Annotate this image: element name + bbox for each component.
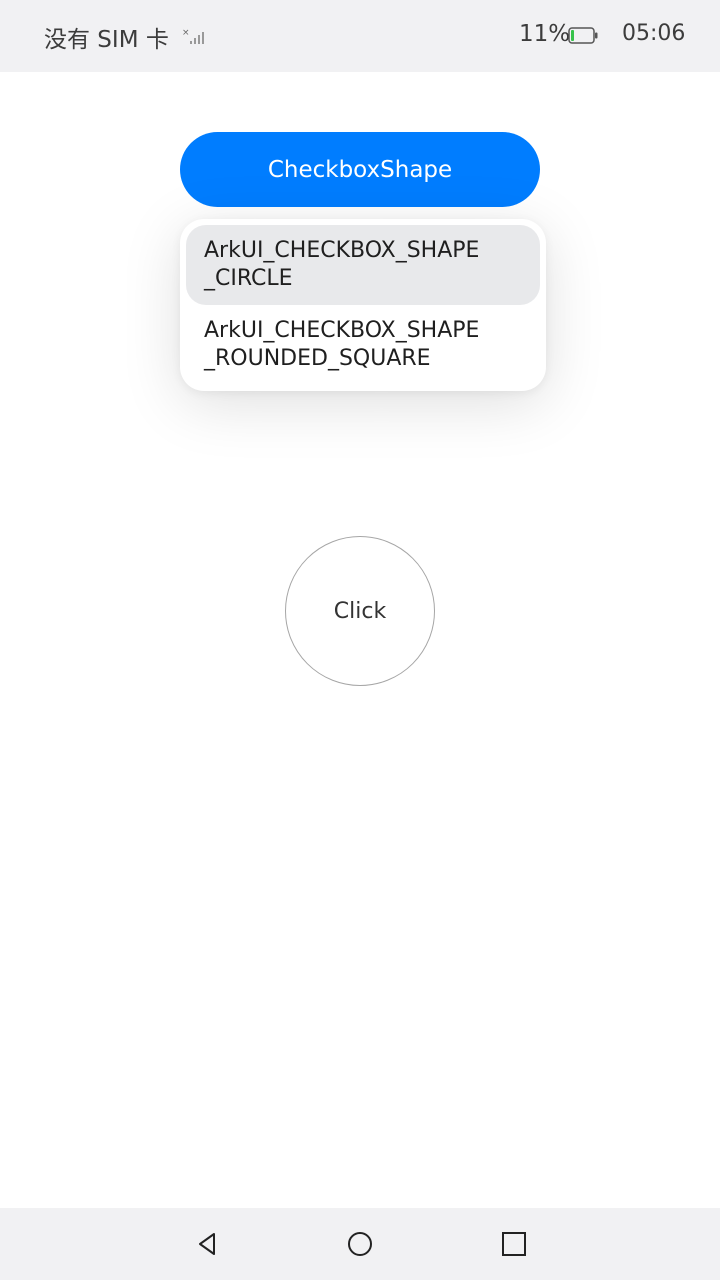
back-icon[interactable] bbox=[194, 1230, 222, 1258]
menu-item-rounded-square[interactable]: ArkUI_CHECKBOX_SHAPE _ROUNDED_SQUARE bbox=[186, 307, 540, 387]
signal-icon: × bbox=[182, 28, 204, 44]
home-icon[interactable] bbox=[346, 1230, 374, 1258]
status-bar: 没有 SIM 卡 × 11% 05:06 bbox=[0, 0, 720, 72]
recents-icon[interactable] bbox=[500, 1230, 528, 1258]
navigation-bar bbox=[0, 1208, 720, 1280]
menu-item-circle[interactable]: ArkUI_CHECKBOX_SHAPE _CIRCLE bbox=[186, 225, 540, 305]
battery-percent: 11% bbox=[519, 21, 571, 47]
svg-text:×: × bbox=[182, 28, 190, 38]
carrier-label: 没有 SIM 卡 bbox=[44, 27, 169, 53]
click-button[interactable]: Click bbox=[285, 536, 435, 686]
menu-item-label: ArkUI_CHECKBOX_SHAPE _ROUNDED_SQUARE bbox=[204, 318, 480, 371]
checkbox-shape-button[interactable]: CheckboxShape bbox=[180, 132, 540, 207]
clock: 05:06 bbox=[622, 21, 686, 46]
shape-menu: ArkUI_CHECKBOX_SHAPE _CIRCLE ArkUI_CHECK… bbox=[180, 219, 546, 391]
battery-icon bbox=[568, 27, 598, 44]
menu-item-label: ArkUI_CHECKBOX_SHAPE _CIRCLE bbox=[204, 238, 480, 291]
